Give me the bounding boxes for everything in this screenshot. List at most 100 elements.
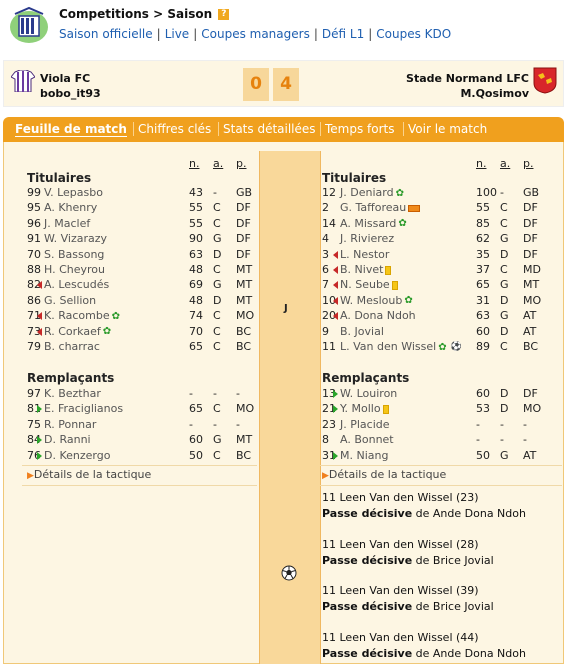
player-stat-a: C [500,340,508,353]
player-name-link[interactable]: K. Bezthar [44,387,101,400]
player-stat-a: D [500,293,509,307]
tab-feuille-de-match[interactable]: Feuille de match [15,122,127,137]
player-name-link[interactable]: W. Vizarazy [44,232,107,245]
player-name-link[interactable]: S. Bassong [44,248,104,261]
goal-event: 11 Leen Van den Wissel (28) Passe décisiv… [322,537,494,569]
nav-separator: | [156,27,161,41]
player-name-link[interactable]: A. Lescudés [44,278,109,291]
nav-separator: | [313,27,318,41]
home-score: 0 [243,68,269,101]
away-manager-name[interactable]: M.Qosimov [406,86,529,101]
arrow-right-icon: ▶ [322,471,329,481]
substituted-out-icon [333,312,338,321]
nav-live[interactable]: Live [165,27,190,41]
home-tactics-label: Détails de la tactique [33,468,152,481]
player-stat-p: GB [523,186,540,199]
nav-coupes-managers[interactable]: Coupes managers [201,27,310,41]
player-stat-p: BC [236,324,252,338]
player-name-link[interactable]: B. charrac [44,340,100,353]
player-stat-p: - [236,387,240,400]
player-name-link[interactable]: B. Nivet [340,263,383,276]
tab-temps-forts[interactable]: Temps forts [325,122,395,136]
player-name-cell: V. Lepasbo [44,185,103,200]
tab-voir-le-match[interactable]: Voir le match [408,122,487,136]
tab-stats-detaillees[interactable]: Stats détaillées [223,122,316,136]
player-name-link[interactable]: A. Khenry [44,201,97,214]
player-number: 95 [27,201,41,215]
substituted-in-icon [333,405,338,414]
player-name-link[interactable]: N. Seube [340,278,390,291]
away-starters-heading: Titulaires [322,171,387,185]
player-name-link[interactable]: J. Placide [340,418,390,431]
player-name-link[interactable]: D. Ranni [44,433,91,446]
player-number: 91 [27,232,41,246]
nav-saison-officielle[interactable]: Saison officielle [59,27,153,41]
player-name-cell: W. Louiron [333,386,397,401]
player-name-cell: H. Cheyrou [44,262,105,277]
home-tactics-link[interactable]: ▶Détails de la tactique [27,468,151,481]
player-stat-p: - [236,417,240,431]
goal-scorer-line: 11 Leen Van den Wissel (28) [322,537,479,551]
player-stat-a: - [213,387,217,400]
player-number: 11 [322,340,336,353]
player-name-link[interactable]: W. Louiron [340,387,397,400]
player-name-cell: E. Fraciglianos [37,401,123,416]
player-name-link[interactable]: J. Rivierez [340,232,394,245]
breadcrumb-competitions[interactable]: Competitions [59,7,149,21]
home-team-name[interactable]: Viola FC [40,71,101,86]
player-name-cell: B. Nivet [333,262,393,277]
player-name-link[interactable]: Y. Mollo [340,402,381,415]
nav-defi-l1[interactable]: Défi L1 [322,27,364,41]
away-team-name[interactable]: Stade Normand LFC [406,71,529,86]
player-stat-a: C [500,201,508,215]
player-name-link[interactable]: A. Dona Ndoh [340,309,416,322]
player-number: 96 [27,216,41,230]
player-name-cell: A. Missard ✿ [340,216,409,232]
substituted-out-icon [37,327,42,336]
away-team-block: Stade Normand LFC M.Qosimov [406,71,529,101]
player-stat-a: C [213,309,221,323]
player-name-link[interactable]: D. Kenzergo [44,449,110,462]
player-number: 9 [322,324,329,338]
player-name-link[interactable]: W. Mesloub [340,294,402,307]
player-stat-a: G [500,278,509,292]
player-name-cell: B. charrac [44,339,100,354]
help-icon[interactable]: ? [218,9,230,20]
away-col-n-header: n. [476,157,487,170]
player-name-link[interactable]: H. Cheyrou [44,263,105,276]
tab-chiffres-cles[interactable]: Chiffres clés [138,122,211,136]
player-name-link[interactable]: K. Racombe [44,309,110,322]
divider [320,485,562,486]
player-name-link[interactable]: R. Corkaef [44,325,101,338]
player-name-link[interactable]: J. Maclef [44,217,90,230]
player-name-cell: D. Ranni [37,432,91,447]
player-name-cell: Y. Mollo [333,401,391,416]
player-name-link[interactable]: A. Missard [340,217,396,230]
player-stat-n: 35 [476,247,490,261]
player-name-link[interactable]: L. Van den Wissel [340,340,436,353]
player-number: 12 [322,186,336,199]
player-name-link[interactable]: M. Niang [340,449,388,462]
nav-separator: | [368,27,373,41]
player-stat-p: DF [236,232,251,246]
player-stat-n: 65 [189,402,203,416]
player-name-link[interactable]: J. Deniard [340,186,394,199]
player-name-link[interactable]: E. Fraciglianos [44,402,123,415]
nav-coupes-kdo[interactable]: Coupes KDO [376,27,451,41]
star-icon: ✿ [111,310,120,322]
star-icon: ✿ [404,295,413,307]
player-name-link[interactable]: A. Bonnet [340,433,394,446]
star-icon: ✿ [398,218,407,230]
player-name-link[interactable]: G. Tafforeau [340,201,406,214]
assist-label: Passe décisive [322,553,413,567]
player-name-link[interactable]: G. Sellion [44,294,96,307]
substituted-in-icon [333,451,338,460]
player-name-link[interactable]: R. Ponnar [44,418,96,431]
player-stat-p: - [523,417,527,431]
player-name-link[interactable]: L. Nestor [340,248,389,261]
away-tactics-link[interactable]: ▶Détails de la tactique [322,468,446,481]
player-name-link[interactable]: B. Jovial [340,325,384,338]
home-manager-name[interactable]: bobo_it93 [40,86,101,101]
tab-bar: Feuille de match Chiffres clés Stats dét… [3,117,564,148]
player-name-link[interactable]: V. Lepasbo [44,186,103,199]
